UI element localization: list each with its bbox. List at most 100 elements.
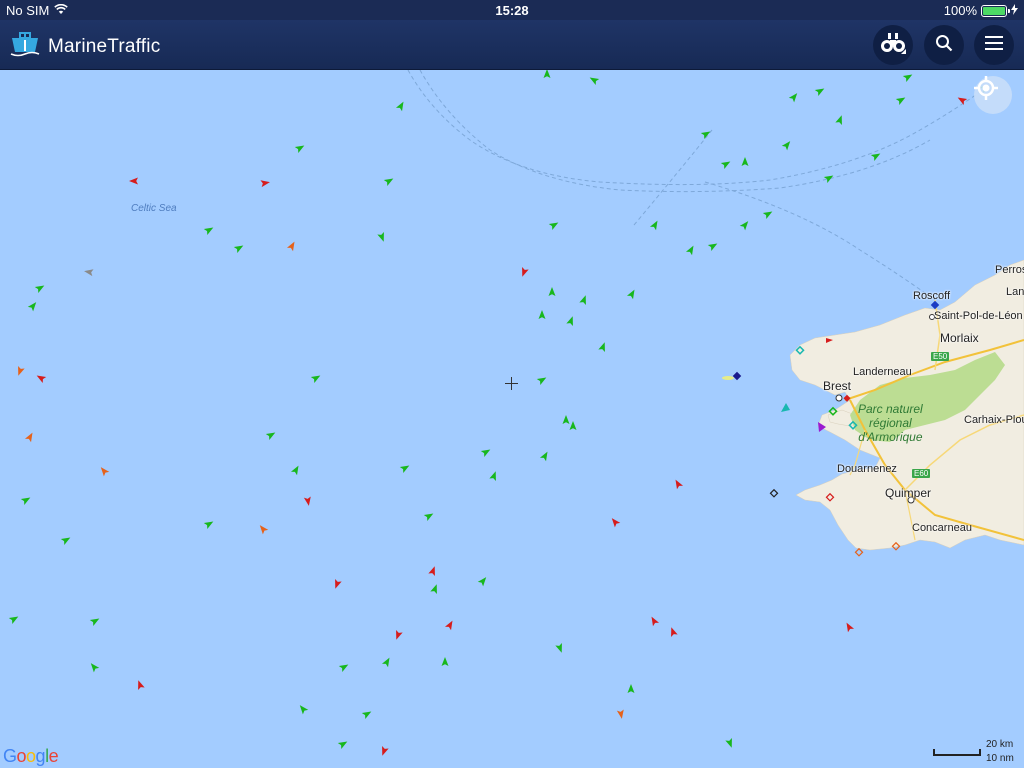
vessel-marker-tug[interactable] [732, 371, 742, 381]
vessel-marker[interactable] [265, 429, 277, 441]
vessel-marker[interactable] [626, 288, 638, 300]
vessel-marker[interactable] [707, 240, 719, 252]
vessel-marker-anchored[interactable] [854, 547, 864, 557]
my-location-button[interactable] [974, 76, 1012, 114]
vessel-marker[interactable] [89, 615, 101, 627]
vessel-marker-anchored[interactable] [769, 488, 779, 498]
vessel-marker[interactable] [399, 462, 411, 474]
vessel-marker[interactable] [814, 85, 826, 97]
vessel-marker[interactable] [895, 94, 907, 106]
vessel-marker[interactable] [609, 516, 621, 528]
map-canvas[interactable]: Celtic Sea Roscoff Saint-Pol-de-Léon Mor… [0, 70, 1024, 768]
vessel-marker[interactable] [444, 619, 456, 631]
vessel-marker[interactable] [668, 626, 678, 637]
vessel-marker[interactable] [297, 703, 309, 715]
search-button[interactable] [924, 25, 964, 65]
vessel-marker[interactable] [428, 565, 438, 576]
vessel-marker[interactable] [588, 74, 600, 86]
google-attribution-logo[interactable]: Google [3, 746, 59, 767]
vessel-marker[interactable] [379, 746, 389, 757]
brand[interactable]: MarineTraffic [10, 30, 160, 63]
vessel-marker[interactable] [720, 158, 732, 170]
vessel-marker[interactable] [20, 494, 32, 506]
vessel-marker[interactable] [569, 421, 577, 430]
vessel-marker[interactable] [536, 374, 548, 386]
vessel-marker[interactable] [489, 470, 499, 481]
vessel-marker[interactable] [598, 341, 608, 352]
shipping-lane [419, 70, 931, 193]
vessel-marker[interactable] [902, 71, 914, 83]
vessel-marker[interactable] [762, 208, 774, 220]
vessel-marker[interactable] [383, 175, 395, 187]
google-logo-text: Google [3, 746, 59, 766]
vessel-marker-yacht[interactable] [722, 376, 734, 380]
vessel-marker[interactable] [741, 157, 749, 166]
vessel-marker[interactable] [286, 240, 298, 252]
vessel-marker[interactable] [672, 478, 684, 490]
vessel-marker[interactable] [579, 294, 589, 305]
vessel-marker[interactable] [337, 738, 349, 750]
vessel-marker[interactable] [781, 139, 793, 151]
scale-km-label: 20 km [986, 739, 1014, 750]
vessel-marker[interactable] [303, 496, 312, 506]
vessel-marker-tug[interactable] [930, 300, 940, 310]
vessel-marker[interactable] [129, 177, 138, 185]
vessel-marker[interactable] [441, 657, 449, 666]
vessel-marker[interactable] [338, 661, 350, 673]
binoculars-button[interactable] [873, 25, 913, 65]
vessel-marker[interactable] [616, 709, 625, 719]
vessel-marker[interactable] [257, 523, 269, 535]
vessel-marker[interactable] [34, 282, 46, 294]
vessel-marker[interactable] [310, 372, 322, 384]
vessel-marker[interactable] [233, 242, 245, 254]
vessel-marker[interactable] [648, 615, 660, 627]
vessel-marker[interactable] [60, 534, 72, 546]
vessel-marker[interactable] [543, 70, 551, 78]
vessel-marker[interactable] [361, 708, 373, 720]
vessel-marker[interactable] [843, 621, 855, 633]
vessel-marker[interactable] [35, 372, 47, 384]
vessel-marker[interactable] [480, 446, 492, 458]
vessel-marker[interactable] [788, 91, 800, 103]
vessel-marker[interactable] [539, 450, 551, 462]
vessel-marker[interactable] [430, 583, 440, 594]
vessel-marker[interactable] [548, 219, 560, 231]
vessel-marker[interactable] [477, 575, 489, 587]
vessel-marker[interactable] [566, 315, 576, 326]
vessel-marker[interactable] [203, 224, 215, 236]
vessel-marker[interactable] [88, 661, 100, 673]
vessel-marker[interactable] [260, 179, 270, 188]
vessel-marker[interactable] [135, 679, 145, 690]
vessel-marker[interactable] [8, 613, 20, 625]
vessel-marker[interactable] [956, 94, 968, 106]
vessel-marker[interactable] [27, 300, 39, 312]
vessel-marker[interactable] [83, 268, 94, 277]
vessel-marker[interactable] [870, 150, 882, 162]
vessel-marker[interactable] [393, 630, 403, 641]
vessel-marker-passenger[interactable] [781, 403, 790, 412]
vessel-marker[interactable] [739, 219, 751, 231]
vessel-marker[interactable] [835, 114, 845, 125]
vessel-marker[interactable] [381, 656, 393, 668]
vessel-marker[interactable] [395, 100, 407, 112]
vessel-marker[interactable] [98, 465, 110, 477]
vessel-marker[interactable] [203, 518, 215, 530]
menu-button[interactable] [974, 25, 1014, 65]
vessel-marker[interactable] [377, 232, 387, 243]
vessel-marker[interactable] [423, 510, 435, 522]
vessel-marker[interactable] [332, 579, 342, 590]
battery-icon [981, 4, 1010, 17]
vessel-marker[interactable] [627, 684, 635, 693]
vessel-marker[interactable] [294, 142, 306, 154]
vessel-marker[interactable] [290, 464, 302, 476]
vessel-marker[interactable] [562, 415, 570, 424]
vessel-marker[interactable] [649, 219, 661, 231]
vessel-marker[interactable] [24, 431, 36, 443]
vessel-marker[interactable] [538, 310, 546, 319]
vessel-marker[interactable] [519, 267, 529, 278]
vessel-marker[interactable] [685, 244, 697, 256]
vessel-marker[interactable] [555, 643, 565, 654]
vessel-marker[interactable] [725, 738, 735, 749]
vessel-marker[interactable] [548, 287, 556, 296]
vessel-marker[interactable] [15, 366, 25, 377]
